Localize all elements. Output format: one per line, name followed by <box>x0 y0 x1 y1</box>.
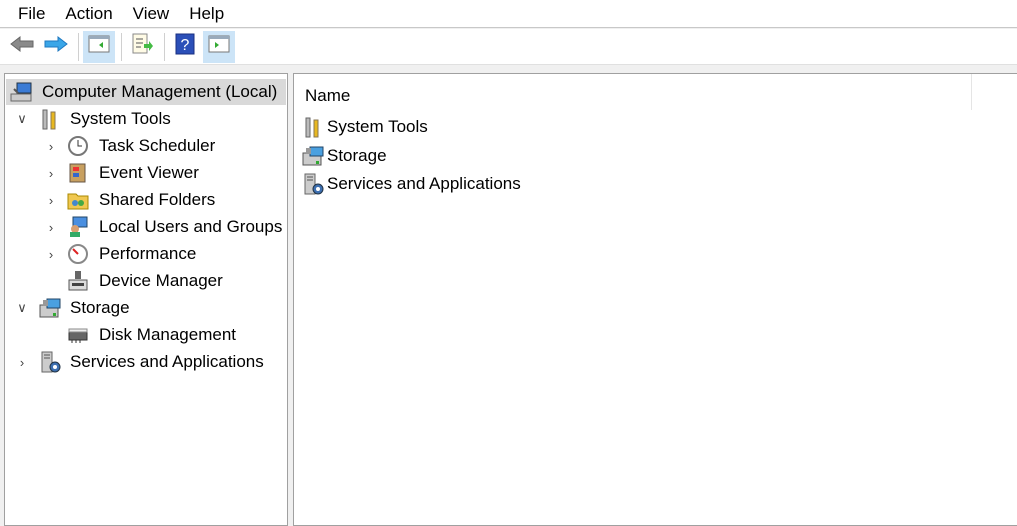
tree-item-services-and-applications[interactable]: › Services and Applications <box>5 349 287 375</box>
toolbar-separator <box>164 32 165 61</box>
tree-item-event-viewer[interactable]: › Event Viewer <box>5 160 287 186</box>
results-pane[interactable]: Name System Tools Storage Services and App… <box>293 73 1017 526</box>
tree-item-label: Local Users and Groups <box>99 217 283 236</box>
tree-item-performance[interactable]: › Performance <box>5 241 287 267</box>
chevron-right-icon[interactable]: › <box>44 220 58 235</box>
chevron-down-icon[interactable]: ∨ <box>15 300 29 316</box>
storage-icon <box>302 145 324 167</box>
disk-management-icon <box>67 324 89 346</box>
list-item[interactable]: Services and Applications <box>302 171 521 197</box>
menu-action[interactable]: Action <box>55 4 122 24</box>
list-item[interactable]: Storage <box>302 143 387 169</box>
list-item-label: Storage <box>327 145 387 165</box>
computer-management-icon <box>10 81 32 103</box>
tree-item-label: System Tools <box>70 109 171 128</box>
help-button[interactable]: ? <box>169 31 201 63</box>
back-button[interactable] <box>6 31 38 63</box>
performance-icon <box>67 243 89 265</box>
services-applications-icon <box>302 173 324 195</box>
tree-item-shared-folders[interactable]: › Shared Folders <box>5 187 287 213</box>
tree-item-label: Device Manager <box>99 271 223 290</box>
system-tools-icon <box>39 108 61 130</box>
show-hide-action-pane-icon <box>208 34 230 59</box>
menu-bar: File Action View Help <box>0 0 1017 28</box>
tree-item-disk-management[interactable]: Disk Management <box>5 322 287 348</box>
chevron-right-icon[interactable]: › <box>44 193 58 208</box>
column-header-name[interactable]: Name <box>294 74 972 110</box>
menu-view[interactable]: View <box>123 4 180 24</box>
chevron-down-icon[interactable]: ∨ <box>15 111 29 127</box>
tree-item-device-manager[interactable]: Device Manager <box>5 268 287 294</box>
chevron-right-icon[interactable]: › <box>44 247 58 262</box>
show-hide-console-tree-button[interactable] <box>83 30 115 63</box>
tree-item-task-scheduler[interactable]: › Task Scheduler <box>5 133 287 159</box>
storage-icon <box>39 297 61 319</box>
device-manager-icon <box>67 270 89 292</box>
tree-item-label: Storage <box>70 298 130 317</box>
tree-item-label: Disk Management <box>99 325 237 344</box>
chevron-right-icon[interactable]: › <box>15 355 29 370</box>
tree-item-label: Performance <box>99 244 197 263</box>
forward-button[interactable] <box>40 31 72 63</box>
list-item-label: Services and Applications <box>327 174 521 193</box>
tree-item-label: Event Viewer <box>99 163 199 182</box>
forward-icon <box>43 34 69 59</box>
tree-item-computer-management-local[interactable]: Computer Management (Local) <box>6 79 286 105</box>
tree-item-label: Shared Folders <box>99 190 216 209</box>
event-viewer-icon <box>67 162 89 184</box>
show-hide-console-tree-icon <box>88 34 110 59</box>
back-icon <box>9 34 35 59</box>
chevron-right-icon[interactable]: › <box>44 139 58 154</box>
menu-help[interactable]: Help <box>179 4 234 24</box>
toolbar-separator <box>121 32 122 61</box>
tree-item-storage[interactable]: ∨ Storage <box>5 295 287 321</box>
local-users-icon <box>67 216 89 238</box>
tree-item-system-tools[interactable]: ∨ System Tools <box>5 106 287 132</box>
system-tools-icon <box>302 116 324 138</box>
tree-item-label: Services and Applications <box>70 352 264 371</box>
export-list-button[interactable] <box>126 31 158 63</box>
toolbar-separator <box>78 32 79 61</box>
console-tree[interactable]: Computer Management (Local) ∨ System Tools… <box>4 73 288 526</box>
tree-item-label: Task Scheduler <box>99 136 216 155</box>
export-list-icon <box>130 33 154 60</box>
svg-text:?: ? <box>181 37 190 54</box>
tree-item-local-users-and-groups[interactable]: › Local Users and Groups <box>5 214 287 240</box>
task-scheduler-icon <box>67 135 89 157</box>
show-hide-action-pane-button[interactable] <box>203 30 235 63</box>
tree-item-label: Computer Management (Local) <box>42 82 278 101</box>
menu-file[interactable]: File <box>8 4 55 24</box>
shared-folders-icon <box>67 189 89 211</box>
toolbar: ? <box>0 29 1017 65</box>
list-item-label: System Tools <box>327 117 428 136</box>
list-item[interactable]: System Tools <box>302 114 428 140</box>
chevron-right-icon[interactable]: › <box>44 166 58 181</box>
help-icon: ? <box>175 33 195 60</box>
services-applications-icon <box>39 351 61 373</box>
